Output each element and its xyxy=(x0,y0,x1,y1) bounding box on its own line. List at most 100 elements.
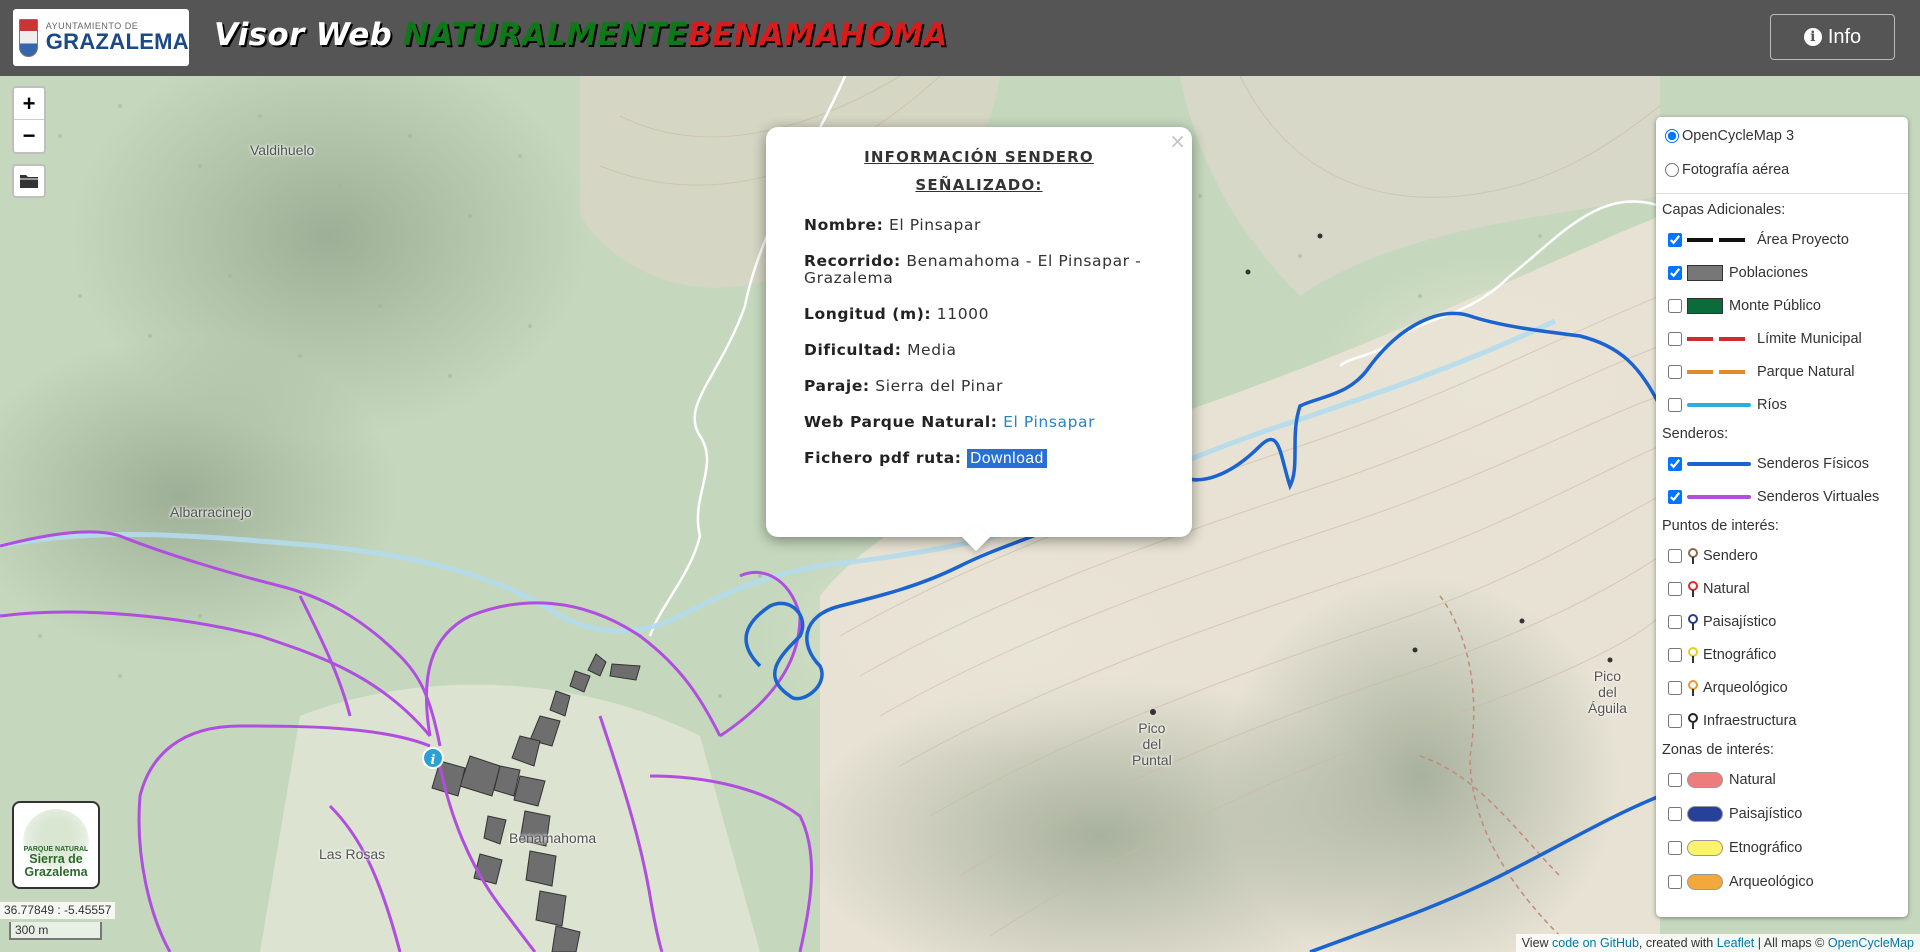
layer-label: Natural xyxy=(1729,772,1776,788)
dashed-line-icon xyxy=(1687,237,1751,242)
checkbox[interactable] xyxy=(1668,232,1682,247)
radio-opencyclemap[interactable] xyxy=(1665,129,1679,143)
layer-area-proyecto[interactable]: Área Proyecto xyxy=(1662,223,1902,256)
field-pdf: Fichero pdf ruta: Download xyxy=(804,449,1154,468)
brown-pin-icon xyxy=(1687,547,1699,564)
info-button-label: Info xyxy=(1827,25,1862,48)
layer-control-panel: OpenCycleMap 3 Fotografía aérea Capas Ad… xyxy=(1656,117,1908,917)
layer-label: Arqueológico xyxy=(1703,679,1788,696)
base-layer-opencyclemap[interactable]: OpenCycleMap 3 xyxy=(1662,119,1902,153)
place-pico-del-aguila: Pico del Águila xyxy=(1588,668,1627,716)
orange-zone-icon xyxy=(1687,874,1723,890)
zoom-in-button[interactable]: + xyxy=(14,88,44,120)
scale-bar: 300 m xyxy=(9,922,102,940)
popup-body: Nombre: El Pinsapar Recorrido: Benamahom… xyxy=(766,217,1192,468)
open-file-button[interactable] xyxy=(12,164,46,198)
orange-pin-icon xyxy=(1687,679,1699,696)
mouse-coordinates: 36.77849 : -5.45557 xyxy=(0,902,116,919)
checkbox[interactable] xyxy=(1668,364,1682,379)
checkbox[interactable] xyxy=(1668,581,1682,596)
download-pdf-link[interactable]: Download xyxy=(967,449,1047,468)
opencyclemap-link[interactable]: OpenCycleMap xyxy=(1828,936,1914,950)
place-albarracinejo: Albarracinejo xyxy=(170,504,252,520)
layer-label: OpenCycleMap 3 xyxy=(1682,128,1795,144)
layer-label: Infraestructura xyxy=(1703,712,1797,729)
popup-close-button[interactable]: × xyxy=(1169,129,1186,153)
layer-label: Senderos Virtuales xyxy=(1757,488,1880,505)
coat-of-arms-icon xyxy=(19,18,38,57)
section-zonas-interes: Zonas de interés: xyxy=(1662,742,1775,758)
poi-sendero[interactable]: Sendero xyxy=(1662,539,1902,572)
layer-label: Monte Público xyxy=(1729,297,1821,314)
poi-arqueologico[interactable]: Arqueológico xyxy=(1662,671,1902,704)
checkbox[interactable] xyxy=(1668,548,1682,563)
parque-natural-logo[interactable]: PARQUE NATURAL Sierra de Grazalema xyxy=(12,801,100,889)
purple-line-icon xyxy=(1687,494,1751,499)
poi-paisajistico[interactable]: Paisajístico xyxy=(1662,605,1902,638)
checkbox[interactable] xyxy=(1668,773,1682,787)
layer-senderos-virtuales[interactable]: Senderos Virtuales xyxy=(1662,480,1902,513)
checkbox[interactable] xyxy=(1668,331,1682,346)
popup-title: INFORMACIÓN SENDERO SEÑALIZADO: xyxy=(864,148,1094,194)
layer-parque-natural[interactable]: Parque Natural xyxy=(1662,355,1902,388)
section-capas-adicionales: Capas Adicionales: xyxy=(1662,202,1786,218)
web-parque-link[interactable]: El Pinsapar xyxy=(1003,413,1095,431)
header-bar: AYUNTAMIENTO DE GRAZALEMA Visor Web NATU… xyxy=(0,0,1920,76)
checkbox[interactable] xyxy=(1668,841,1682,855)
blue-line-icon xyxy=(1687,461,1751,466)
github-link[interactable]: code on GitHub xyxy=(1552,936,1639,950)
poi-infraestructura[interactable]: Infraestructura xyxy=(1662,704,1902,737)
blue-zone-icon xyxy=(1687,806,1723,822)
base-layer-aerial[interactable]: Fotografía aérea xyxy=(1662,153,1902,187)
title-benamahoma: BENAMAHOMA xyxy=(687,17,948,53)
field-recorrido: Recorrido: Benamahoma - El Pinsapar - Gr… xyxy=(804,252,1142,287)
trail-info-popup: × INFORMACIÓN SENDERO SEÑALIZADO: Nombre… xyxy=(766,127,1192,552)
zone-natural[interactable]: Natural xyxy=(1662,763,1902,797)
zone-paisajistico[interactable]: Paisajístico xyxy=(1662,797,1902,831)
layer-monte-publico[interactable]: Monte Público xyxy=(1662,289,1902,322)
checkbox[interactable] xyxy=(1668,807,1682,821)
checkbox[interactable] xyxy=(1668,614,1682,629)
ayuntamiento-logo[interactable]: AYUNTAMIENTO DE GRAZALEMA xyxy=(13,9,189,66)
poi-natural[interactable]: Natural xyxy=(1662,572,1902,605)
layer-limite-municipal[interactable]: Límite Municipal xyxy=(1662,322,1902,355)
checkbox[interactable] xyxy=(1668,647,1682,662)
red-pin-icon xyxy=(1687,580,1699,597)
info-icon: i xyxy=(1803,28,1822,46)
layer-label: Etnográfico xyxy=(1703,646,1777,663)
layer-senderos-fisicos[interactable]: Senderos Físicos xyxy=(1662,447,1902,480)
field-longitud: Longitud (m): 11000 xyxy=(804,305,990,323)
zone-arqueologico[interactable]: Arqueológico xyxy=(1662,865,1902,899)
checkbox[interactable] xyxy=(1668,875,1682,889)
place-benamahoma: Benamahoma xyxy=(509,830,597,846)
checkbox[interactable] xyxy=(1668,456,1682,471)
zoom-out-button[interactable]: − xyxy=(14,120,44,152)
radio-aerial[interactable] xyxy=(1665,163,1679,177)
place-las-rosas: Las Rosas xyxy=(319,846,386,862)
field-dificultad: Dificultad: Media xyxy=(804,341,957,359)
checkbox[interactable] xyxy=(1668,680,1682,695)
checkbox[interactable] xyxy=(1668,298,1682,313)
yellow-zone-icon xyxy=(1687,840,1723,856)
logo-title: GRAZALEMA xyxy=(45,29,189,54)
svg-text:i: i xyxy=(431,753,436,768)
section-senderos: Senderos: xyxy=(1662,426,1729,442)
checkbox[interactable] xyxy=(1668,713,1682,728)
layer-label: Etnográfico xyxy=(1729,840,1803,856)
layer-label: Parque Natural xyxy=(1757,363,1855,380)
field-web: Web Parque Natural: El Pinsapar xyxy=(804,413,1096,431)
layer-label: Arqueológico xyxy=(1729,874,1814,890)
leaflet-link[interactable]: Leaflet xyxy=(1717,936,1755,950)
poi-etnografico[interactable]: Etnográfico xyxy=(1662,638,1902,671)
info-button[interactable]: i Info xyxy=(1770,14,1895,60)
checkbox[interactable] xyxy=(1668,397,1682,412)
layer-label: Paisajístico xyxy=(1703,613,1777,630)
layer-label: Ríos xyxy=(1757,396,1787,413)
map-canvas[interactable]: i Valdihuelo Albarracinejo Las Rosas Ben… xyxy=(0,76,1920,952)
checkbox[interactable] xyxy=(1668,489,1682,504)
place-pico-del-puntal: Pico del Puntal xyxy=(1132,720,1172,768)
checkbox[interactable] xyxy=(1668,265,1682,280)
zone-etnografico[interactable]: Etnográfico xyxy=(1662,831,1902,865)
layer-rios[interactable]: Ríos xyxy=(1662,388,1902,421)
layer-poblaciones[interactable]: Poblaciones xyxy=(1662,256,1902,289)
